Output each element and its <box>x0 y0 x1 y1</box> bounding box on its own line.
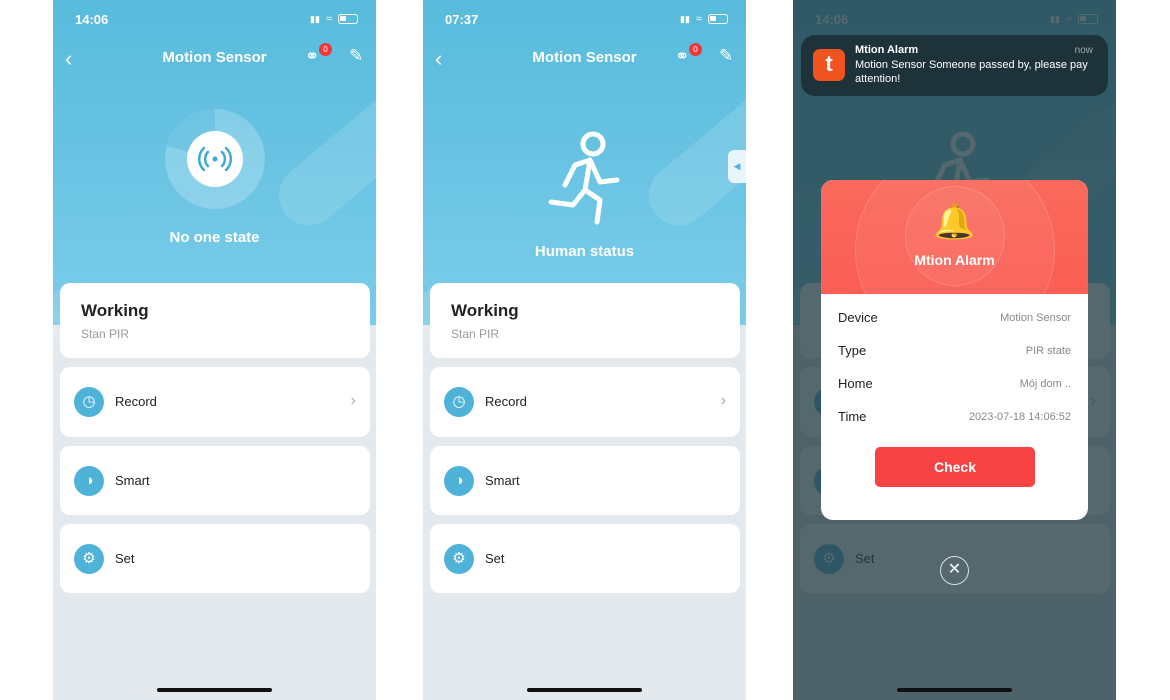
alarm-modal: 🔔 Mtion Alarm Device Motion Sensor Type … <box>821 180 1088 520</box>
detail-value: 2023-07-18 14:06:52 <box>968 410 1071 423</box>
status-icons: ▮▮ ≈ <box>680 13 728 25</box>
notification-time: now <box>1074 45 1093 56</box>
toggle-icon: ◑ <box>74 465 104 496</box>
battery-icon <box>708 14 728 24</box>
alarm-detail-row: Device Motion Sensor <box>838 310 1071 325</box>
menu-item-set[interactable]: ⚙ Set <box>60 524 370 593</box>
phone-screen-3: 14:06 ▮▮ ≈ ‹ Motion Sensor ⚭ 0 ✎ Human s… <box>793 0 1116 700</box>
working-subtitle: Stan PIR <box>81 327 130 341</box>
working-title: Working <box>81 301 149 320</box>
wifi-icon: ≈ <box>325 13 332 25</box>
working-subtitle: Stan PIR <box>451 327 500 341</box>
detail-key: Home <box>838 376 873 391</box>
working-card: Working Stan PIR <box>430 283 740 358</box>
menu-item-smart[interactable]: ◑ Smart <box>430 446 740 515</box>
edit-icon[interactable]: ✎ <box>349 46 363 66</box>
close-icon[interactable]: ✕ <box>940 556 969 585</box>
chevron-right-icon: › <box>350 392 356 409</box>
menu-item-label: Record <box>115 394 157 409</box>
notification-title: Mtion Alarm <box>855 44 919 56</box>
toggle-icon: ◑ <box>444 465 474 496</box>
menu-item-label: Record <box>485 394 527 409</box>
automation-icon[interactable]: ⚭ <box>675 47 689 67</box>
notification-body: Motion Sensor Someone passed by, please … <box>855 59 1088 85</box>
home-indicator[interactable] <box>527 688 642 692</box>
menu-item-label: Smart <box>485 472 520 488</box>
menu-item-record[interactable]: ◷ Record › <box>430 367 740 437</box>
gear-icon: ⚙ <box>74 543 104 574</box>
tuya-app-icon: t <box>813 49 845 81</box>
gear-icon: ⚙ <box>444 543 474 574</box>
edit-icon[interactable]: ✎ <box>719 46 733 66</box>
clock-icon: ◷ <box>444 387 474 417</box>
phone-screen-2: 07:37 ▮▮ ≈ ‹ Motion Sensor ⚭ 0 ✎ ◀ Human… <box>423 0 746 700</box>
alarm-detail-row: Time 2023-07-18 14:06:52 <box>838 409 1071 424</box>
detail-key: Time <box>838 409 867 424</box>
menu-item-set[interactable]: ⚙ Set <box>430 524 740 593</box>
status-time: 14:06 <box>75 12 109 27</box>
chevron-right-icon: › <box>720 392 726 409</box>
phone-screen-1: 14:06 ▮▮ ≈ ‹ Motion Sensor ⚭ 0 ✎ No one … <box>53 0 376 700</box>
menu-item-record[interactable]: ◷ Record › <box>60 367 370 437</box>
detail-value: Mój dom .. <box>1019 377 1071 390</box>
detail-key: Type <box>838 343 867 358</box>
home-indicator[interactable] <box>157 688 272 692</box>
working-title: Working <box>451 301 519 320</box>
status-icons: ▮▮ ≈ <box>310 13 358 25</box>
state-label: Human status <box>534 243 635 260</box>
push-notification[interactable]: t Mtion Alarm now Motion Sensor Someone … <box>801 35 1108 96</box>
menu-item-label: Set <box>115 550 135 566</box>
clock-icon: ◷ <box>74 387 104 417</box>
detail-value: PIR state <box>1025 344 1071 357</box>
automation-icon[interactable]: ⚭ <box>305 47 319 67</box>
signal-icon: ▮▮ <box>680 13 690 24</box>
battery-icon <box>338 14 358 24</box>
signal-icon: ▮▮ <box>310 13 320 24</box>
state-label: No one state <box>169 229 260 246</box>
radar-signal-icon <box>165 109 265 209</box>
notification-badge: 0 <box>319 43 332 56</box>
bell-icon: 🔔 <box>933 203 976 241</box>
working-card: Working Stan PIR <box>60 283 370 358</box>
alarm-title: Mtion Alarm <box>914 252 995 268</box>
home-indicator[interactable] <box>897 688 1012 692</box>
notification-badge: 0 <box>689 43 702 56</box>
detail-key: Device <box>838 310 878 325</box>
running-person-icon <box>548 131 620 225</box>
menu-item-smart[interactable]: ◑ Smart <box>60 446 370 515</box>
alarm-detail-row: Type PIR state <box>838 343 1071 358</box>
check-button[interactable]: Check <box>875 447 1035 487</box>
detail-value: Motion Sensor <box>1000 311 1071 324</box>
status-time: 07:37 <box>445 12 479 27</box>
alarm-header: 🔔 Mtion Alarm <box>821 180 1088 350</box>
side-panel-toggle[interactable]: ◀ <box>728 150 746 183</box>
wifi-icon: ≈ <box>695 13 702 25</box>
menu-item-label: Smart <box>115 472 150 488</box>
menu-item-label: Set <box>485 550 505 566</box>
alarm-detail-row: Home Mój dom .. <box>838 376 1071 391</box>
